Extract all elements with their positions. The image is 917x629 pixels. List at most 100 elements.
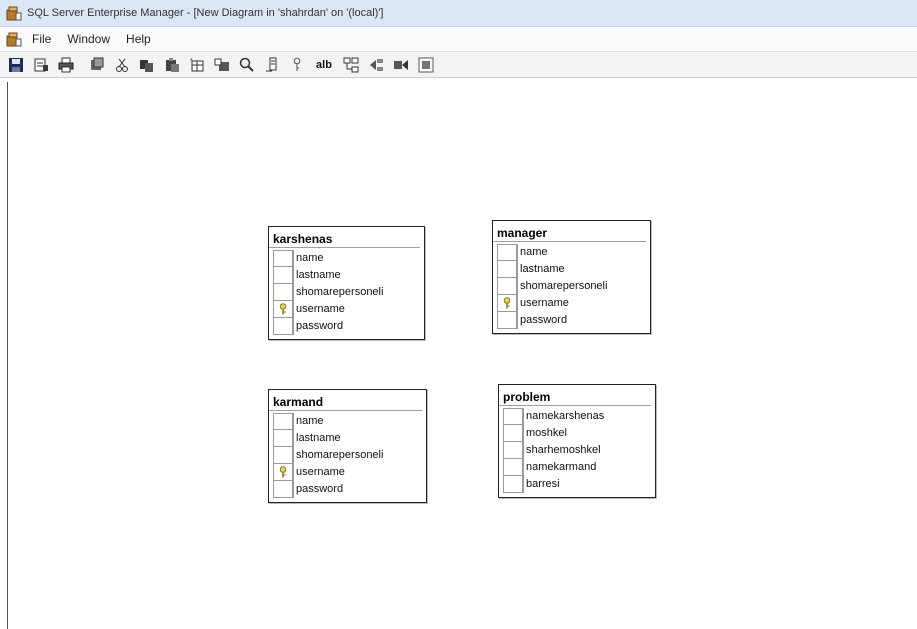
constraints-icon[interactable] [393,57,409,73]
column-row[interactable]: namekarshenas [503,408,651,425]
row-selector[interactable] [503,442,523,459]
row-selector[interactable] [273,430,293,447]
column-row[interactable]: barresi [503,476,651,493]
column-name: sharhemoshkel [523,442,651,459]
column-row[interactable]: password [273,318,420,335]
row-selector[interactable] [503,408,523,425]
column-name: name [293,413,422,430]
table-title: problem [499,385,651,406]
primary-key-icon[interactable] [289,57,305,73]
column-name: password [293,318,420,335]
row-selector[interactable] [273,284,293,301]
row-selector[interactable] [273,267,293,284]
table-title: karmand [269,390,422,411]
table-manager[interactable]: manager name lastname shomarepersoneli u… [492,220,651,334]
row-selector[interactable] [503,476,523,493]
table-karmand[interactable]: karmand name lastname shomarepersoneli u… [268,389,427,503]
column-row[interactable]: name [497,244,646,261]
column-name: username [293,301,420,318]
table-karshenas[interactable]: karshenas name lastname shomarepersoneli… [268,226,425,340]
properties-icon[interactable] [33,57,49,73]
primary-key-icon [503,297,511,309]
column-name: name [293,250,420,267]
column-name: moshkel [523,425,651,442]
column-name: lastname [293,267,420,284]
generate-script-icon[interactable] [89,57,105,73]
column-row[interactable]: name [273,250,420,267]
toolbar: * alb [0,51,917,78]
title-bar: SQL Server Enterprise Manager - [New Dia… [0,0,917,27]
row-selector[interactable] [273,481,293,498]
menu-help[interactable]: Help [126,32,151,46]
menu-bar: File Window Help [0,27,917,51]
column-name: shomarepersoneli [293,284,420,301]
row-selector[interactable] [503,425,523,442]
arrange-icon[interactable] [418,57,434,73]
column-row[interactable]: password [273,481,422,498]
column-name: shomarepersoneli [517,278,646,295]
table-title: karshenas [269,227,420,248]
window-title: SQL Server Enterprise Manager - [New Dia… [27,7,384,19]
row-selector[interactable] [497,295,517,312]
column-row[interactable]: shomarepersoneli [497,278,646,295]
column-row[interactable]: name [273,413,422,430]
column-name: username [293,464,422,481]
column-name: barresi [523,476,651,493]
primary-key-icon [279,303,287,315]
row-selector[interactable] [273,447,293,464]
save-icon[interactable] [8,57,24,73]
row-selector[interactable] [503,459,523,476]
text-label-icon[interactable]: alb [314,57,334,73]
column-row[interactable]: lastname [273,267,420,284]
row-selector[interactable] [273,250,293,267]
column-row[interactable]: shomarepersoneli [273,447,422,464]
add-table-icon[interactable] [214,57,230,73]
table-title: manager [493,221,646,242]
row-selector[interactable] [273,301,293,318]
enterprise-manager-icon [6,6,22,21]
column-row[interactable]: namekarmand [503,459,651,476]
copy-icon[interactable] [139,57,155,73]
column-row[interactable]: moshkel [503,425,651,442]
column-row[interactable]: lastname [497,261,646,278]
menu-window[interactable]: Window [67,32,110,46]
diagram-canvas[interactable]: karshenas name lastname shomarepersoneli… [7,82,917,629]
column-name: shomarepersoneli [293,447,422,464]
column-row[interactable]: lastname [273,430,422,447]
cut-icon[interactable] [114,57,130,73]
document-icon[interactable] [6,31,22,47]
column-name: name [517,244,646,261]
menu-file[interactable]: File [32,32,51,46]
row-selector[interactable] [273,464,293,481]
print-icon[interactable] [58,57,74,73]
row-selector[interactable] [273,318,293,335]
column-name: lastname [293,430,422,447]
row-selector[interactable] [273,413,293,430]
zoom-icon[interactable] [239,57,255,73]
column-row[interactable]: username [273,301,420,318]
row-selector[interactable] [497,244,517,261]
column-name: password [293,481,422,498]
row-selector[interactable] [497,278,517,295]
relationships-icon[interactable] [343,57,359,73]
column-row[interactable]: sharhemoshkel [503,442,651,459]
row-selector[interactable] [497,312,517,329]
column-name: password [517,312,646,329]
layout-icon[interactable] [264,57,280,73]
indexes-icon[interactable] [368,57,384,73]
column-name: namekarshenas [523,408,651,425]
text-label: alb [316,58,332,71]
table-problem[interactable]: problem namekarshenas moshkel sharhemosh… [498,384,656,498]
column-row[interactable]: username [273,464,422,481]
column-name: lastname [517,261,646,278]
column-name: namekarmand [523,459,651,476]
column-row[interactable]: shomarepersoneli [273,284,420,301]
column-row[interactable]: username [497,295,646,312]
svg-text:*: * [190,58,193,65]
row-selector[interactable] [497,261,517,278]
column-row[interactable]: password [497,312,646,329]
column-name: username [517,295,646,312]
paste-icon[interactable] [164,57,180,73]
new-table-icon[interactable]: * [189,57,205,73]
primary-key-icon [279,466,287,478]
